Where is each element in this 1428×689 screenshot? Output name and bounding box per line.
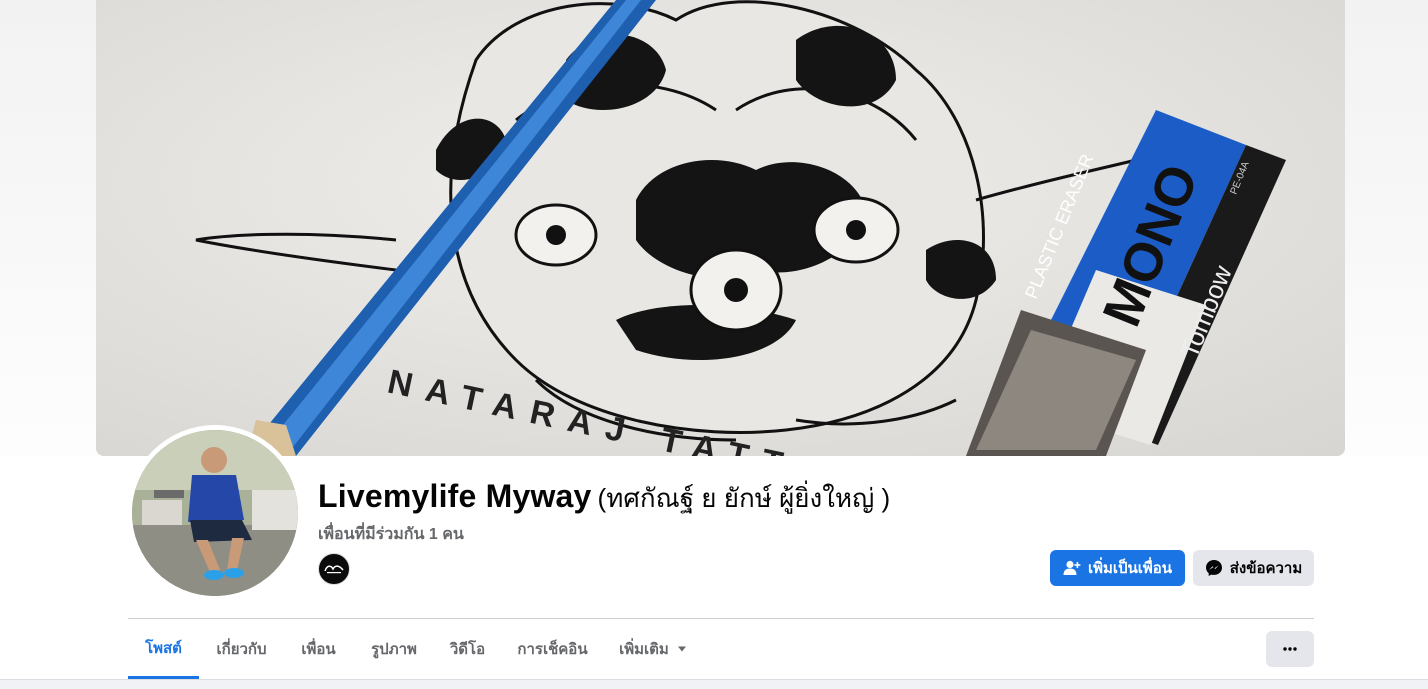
tab-friends-label: เพื่อน (301, 641, 336, 658)
message-button[interactable]: ส่งข้อความ (1193, 550, 1314, 586)
profile-alternate-name: (ทศกัณฐ์ ย ยักษ์ ผู้ยิ่งใหญ่ ) (597, 483, 891, 513)
mutual-friend-logo-icon (324, 565, 344, 574)
add-friend-label: เพิ่มเป็นเพื่อน (1087, 560, 1173, 577)
tab-checkins[interactable]: การเช็คอิน (500, 619, 605, 679)
messenger-icon (1205, 559, 1223, 577)
tab-posts-label: โพสต์ (145, 639, 182, 657)
tab-about-label: เกี่ยวกับ (216, 641, 267, 658)
add-friend-button[interactable]: เพิ่มเป็นเพื่อน (1050, 550, 1185, 586)
mutual-friends-link[interactable]: เพื่อนที่มีร่วมกัน 1 คน (318, 522, 464, 547)
tab-friends[interactable]: เพื่อน (284, 619, 353, 679)
profile-name-main: Livemylife Myway (318, 478, 592, 514)
tab-videos[interactable]: วิดีโอ (435, 619, 500, 679)
message-label: ส่งข้อความ (1229, 560, 1303, 577)
profile-name: Livemylife Myway (ทศกัณฐ์ ย ยักษ์ ผู้ยิ่ง… (318, 478, 890, 519)
caret-down-icon (677, 646, 687, 652)
tab-photos-label: รูปภาพ (371, 641, 417, 658)
tab-videos-label: วิดีโอ (449, 641, 486, 658)
tab-more[interactable]: เพิ่มเติม (605, 619, 701, 679)
person-plus-icon (1063, 560, 1081, 576)
tab-more-label: เพิ่มเติม (619, 641, 669, 658)
tab-about[interactable]: เกี่ยวกับ (199, 619, 284, 679)
ellipsis-icon (1283, 647, 1297, 651)
more-options-button[interactable] (1266, 631, 1314, 667)
mutual-friend-avatar[interactable] (318, 553, 350, 585)
feed-background-strip (0, 679, 1428, 689)
tab-checkins-label: การเช็คอิน (517, 641, 588, 658)
cover-photo[interactable]: NATARAJ TATTOOS MONO PLASTIC ERASER Tomb… (96, 0, 1345, 456)
profile-avatar[interactable] (132, 430, 298, 596)
tab-photos[interactable]: รูปภาพ (353, 619, 435, 679)
tab-posts[interactable]: โพสต์ (128, 619, 199, 679)
